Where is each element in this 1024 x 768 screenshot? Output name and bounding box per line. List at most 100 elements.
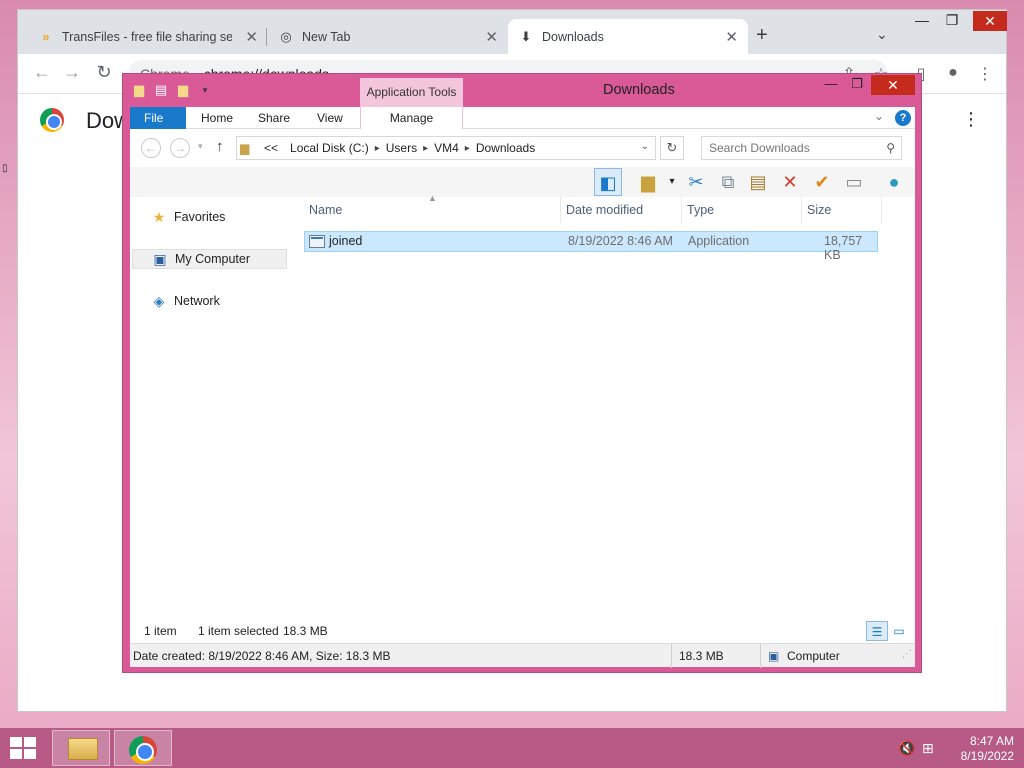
layout-pane-icon[interactable]: ◧	[594, 168, 622, 196]
minimize-icon[interactable]: —	[906, 12, 938, 28]
properties-box-icon[interactable]: ▭	[840, 168, 868, 196]
windows-start-icon[interactable]	[10, 737, 38, 761]
search-input[interactable]: Search Downloads ⚲	[701, 136, 902, 160]
breadcrumb-downloads[interactable]: Downloads	[476, 141, 535, 155]
chevron-right-icon[interactable]: ▸	[465, 143, 470, 154]
folder-icon: ▆	[240, 141, 250, 155]
breadcrumb-local-disk[interactable]: Local Disk (C:)	[290, 141, 369, 155]
breadcrumb-overflow[interactable]: <<	[264, 141, 278, 155]
chevron-right-icon[interactable]: ▸	[375, 143, 380, 154]
chevron-down-icon[interactable]: ⌄	[641, 141, 649, 152]
nav-network[interactable]: ◈ Network	[132, 291, 287, 311]
system-clock[interactable]: 8:47 AM 8/19/2022	[944, 734, 1014, 764]
chevron-down-icon[interactable]: ⌄	[876, 26, 888, 43]
properties-icon[interactable]: ▤	[153, 82, 169, 98]
refresh-icon[interactable]: ↻	[660, 136, 684, 160]
expand-ribbon-icon[interactable]: ⌄	[874, 109, 884, 123]
taskbar: 🔇 ⊞ 8:47 AM 8/19/2022	[0, 728, 1024, 768]
tab-downloads[interactable]: ⬇ Downloads ✕	[508, 19, 748, 54]
volume-muted-icon[interactable]: 🔇	[898, 740, 915, 757]
reload-icon[interactable]: ↻	[92, 62, 116, 83]
rename-icon[interactable]: ✔	[808, 168, 836, 196]
breadcrumb-vm4[interactable]: VM4	[434, 141, 459, 155]
maximize-icon[interactable]: ❐	[844, 76, 870, 94]
tab-share[interactable]: Share	[244, 107, 304, 129]
network-icon[interactable]: ⊞	[922, 740, 934, 757]
chrome-icon: ◎	[280, 28, 292, 44]
profile-icon[interactable]: ●	[942, 64, 964, 82]
item-count: 1 item	[144, 624, 177, 638]
tab-file[interactable]: File	[130, 107, 186, 129]
taskbar-chrome[interactable]	[114, 730, 172, 766]
taskbar-file-explorer[interactable]	[52, 730, 110, 766]
column-header-date[interactable]: Date modified	[561, 197, 682, 223]
delete-icon[interactable]: ✕	[776, 168, 804, 196]
close-icon[interactable]: ✕	[871, 75, 915, 95]
tab-new-tab[interactable]: ◎ New Tab ✕	[268, 19, 508, 54]
up-icon[interactable]: ↑	[216, 138, 224, 155]
tab-strip: » TransFiles - free file sharing servic …	[18, 10, 1007, 54]
tab-divider	[266, 28, 267, 46]
cut-icon[interactable]: ✂	[682, 168, 710, 196]
new-tab-button[interactable]: +	[756, 24, 768, 47]
menu-icon[interactable]: ⋮	[974, 64, 996, 84]
folder-icon[interactable]: ▆	[131, 82, 147, 98]
close-icon[interactable]: ✕	[485, 28, 498, 46]
chrome-logo-icon	[40, 108, 64, 132]
column-header-type[interactable]: Type	[682, 197, 802, 223]
back-icon[interactable]: ←	[141, 138, 161, 158]
nav-favorites[interactable]: ★ Favorites	[132, 207, 287, 227]
globe-icon[interactable]: ●	[880, 168, 908, 196]
download-icon: ⬇	[520, 28, 532, 44]
minimize-icon[interactable]: —	[818, 76, 844, 94]
tab-view[interactable]: View	[303, 107, 357, 129]
chevron-down-icon[interactable]: ▾	[197, 82, 213, 98]
nav-my-computer[interactable]: ▣ My Computer	[132, 249, 287, 269]
large-icons-view-icon[interactable]: ▭	[888, 621, 910, 641]
tab-label: Downloads	[542, 29, 604, 44]
close-icon[interactable]: ✕	[245, 28, 258, 46]
window-title: Downloads	[603, 82, 675, 98]
new-folder-icon[interactable]: ▆	[175, 82, 191, 98]
address-bar[interactable]: ▆ << Local Disk (C:) ▸ Users ▸ VM4 ▸ Dow…	[236, 136, 656, 160]
close-icon[interactable]: ✕	[973, 11, 1007, 31]
network-icon: ◈	[153, 292, 165, 309]
back-icon[interactable]: ←	[30, 62, 54, 83]
help-icon[interactable]: ?	[895, 110, 911, 126]
tab-home[interactable]: Home	[187, 107, 247, 129]
column-header-size[interactable]: Size	[802, 197, 882, 223]
address-row: ← → ▾ ↑ ▆ << Local Disk (C:) ▸ Users ▸ V…	[130, 129, 915, 167]
paste-icon[interactable]: ▤	[744, 168, 772, 196]
resize-grip-icon[interactable]: ⋰	[902, 649, 912, 660]
forward-icon[interactable]: →	[60, 62, 84, 83]
file-date: 8/19/2022 8:46 AM	[568, 234, 673, 248]
details-bar: Date created: 8/19/2022 8:46 AM, Size: 1…	[130, 643, 915, 668]
tab-manage[interactable]: Manage	[360, 107, 463, 129]
breadcrumb-users[interactable]: Users	[386, 141, 417, 155]
forward-icon[interactable]: →	[170, 138, 190, 158]
navigation-pane: ★ Favorites ▣ My Computer ◈ Network	[130, 197, 290, 619]
details-view-icon[interactable]: ☰	[866, 621, 888, 641]
nav-label: Favorites	[174, 210, 226, 224]
content-area: ★ Favorites ▣ My Computer ◈ Network Name…	[130, 193, 915, 619]
copy-icon[interactable]: ⧉	[714, 168, 742, 196]
clock-date: 8/19/2022	[960, 749, 1014, 763]
tab-transfiles[interactable]: » TransFiles - free file sharing servic …	[28, 19, 268, 54]
file-type: Application	[688, 234, 750, 248]
folder-icon	[68, 738, 98, 760]
transfiles-icon: »	[42, 29, 50, 44]
file-row[interactable]: joined 8/19/2022 8:46 AM Application 18,…	[304, 231, 878, 262]
search-placeholder: Search Downloads	[709, 141, 810, 155]
close-icon[interactable]: ✕	[725, 28, 738, 46]
chevron-down-icon[interactable]: ▾	[198, 141, 203, 152]
file-size: 18,757 KB	[824, 234, 863, 262]
maximize-icon[interactable]: ❐	[936, 12, 968, 29]
application-icon	[309, 235, 325, 248]
contextual-tab-header: Application Tools	[360, 78, 463, 107]
more-icon[interactable]: ⋮	[962, 109, 980, 130]
divider	[671, 644, 672, 668]
explorer-window: ▆ ▤ ▆ ▾ Application Tools Downloads — ❐ …	[122, 73, 922, 673]
details-info: Date created: 8/19/2022 8:46 AM, Size: 1…	[133, 649, 391, 663]
search-icon: ⚲	[886, 141, 895, 155]
chevron-right-icon[interactable]: ▸	[423, 143, 428, 154]
